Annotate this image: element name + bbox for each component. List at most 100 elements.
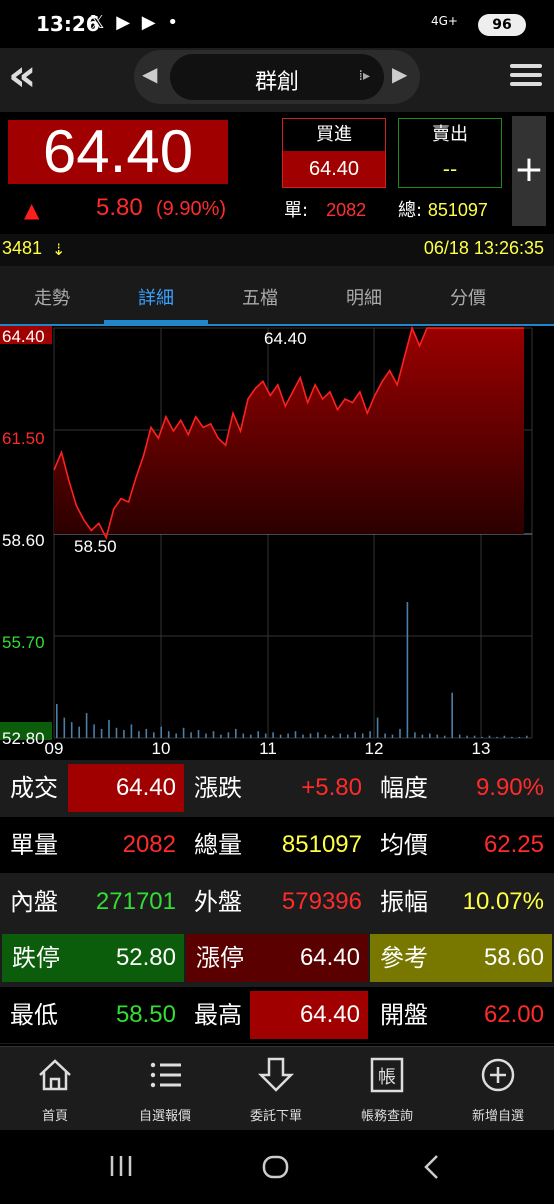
stat-label: 內盤 <box>10 888 58 916</box>
nav-home[interactable]: 首頁 <box>0 1047 110 1131</box>
volume-bar <box>488 735 491 738</box>
volume-bar <box>414 732 416 738</box>
y-tick-label: 52.80 <box>2 729 45 748</box>
next-stock-icon[interactable]: ▶ <box>392 62 412 86</box>
y-tick-label: 58.60 <box>2 531 45 550</box>
low-annotation: 58.50 <box>74 537 117 556</box>
volume-bar <box>421 734 424 738</box>
stat-value-pct: 9.90% <box>475 774 544 801</box>
nav-label: 自選報價 <box>138 1109 191 1124</box>
buy-button[interactable]: 買進 64.40 <box>282 118 386 188</box>
sell-price: -- <box>442 157 458 181</box>
volume-bar <box>190 732 192 738</box>
y-tick-label: 64.40 <box>2 327 45 346</box>
volume-bar <box>242 733 245 738</box>
list-icon <box>150 1062 181 1088</box>
volume-bar <box>406 602 409 738</box>
buy-label: 買進 <box>316 124 352 145</box>
volume-bar <box>205 733 207 738</box>
volume-bar <box>317 732 319 738</box>
volume-bar <box>473 735 476 738</box>
volume-bar <box>153 732 155 738</box>
volume-bar <box>399 728 401 738</box>
volume-bar <box>100 728 103 738</box>
sell-button[interactable]: 賣出 -- <box>398 118 502 188</box>
intraday-chart[interactable]: 64.40 61.50 58.60 55.70 52.80 09 10 11 12 13 64.40… <box>0 325 554 760</box>
tab-detail[interactable]: 詳細 <box>104 266 208 324</box>
volume-bar <box>347 734 349 738</box>
system-nav <box>0 1130 554 1200</box>
volume-bar <box>197 730 200 738</box>
volume-bar <box>220 734 222 738</box>
stat-label: 最高 <box>194 1001 242 1029</box>
volume-bar <box>175 733 177 738</box>
volume-bar <box>279 734 282 738</box>
download-arrow-icon <box>257 1057 295 1092</box>
volume-bar <box>85 713 88 738</box>
view-tabs: 走勢 詳細 五檔 明細 分價 <box>0 266 554 326</box>
stat-value-reference: 58.60 <box>483 944 544 971</box>
volume-bar <box>287 733 289 738</box>
stock-name-box[interactable]: 群創 ⁞▸ <box>170 54 384 100</box>
quote-panel: 64.40 ▲ 5.80 (9.90%) 買進 64.40 賣出 -- + 單:… <box>0 112 554 234</box>
add-icon[interactable]: + <box>512 116 546 226</box>
total-volume-value: 851097 <box>427 200 488 220</box>
tab-trend[interactable]: 走勢 <box>0 266 104 324</box>
volume-bar <box>63 717 66 738</box>
nav-account[interactable]: 帳 帳務查詢 <box>332 1047 442 1131</box>
back-icon[interactable]: « <box>8 54 56 100</box>
add-circle-icon <box>481 1058 515 1092</box>
single-volume-value: 2082 <box>326 200 367 220</box>
volume-bar <box>264 733 267 738</box>
notification-icons: 𝕏 ▶ ▶ • <box>90 12 181 33</box>
tab-price-volume[interactable]: 分價 <box>416 266 520 324</box>
total-volume: 總: 851097 <box>398 196 488 222</box>
bottom-nav: 首頁 自選報價 委託下單 帳 帳務查詢 新增自選 <box>0 1046 554 1130</box>
volume-bar <box>503 735 506 738</box>
volume-bar <box>391 734 394 738</box>
svg-text:帳: 帳 <box>378 1067 396 1088</box>
home-button-icon[interactable] <box>262 1155 289 1179</box>
nav-watchlist[interactable]: 自選報價 <box>110 1047 220 1131</box>
x-tick-label: 13 <box>472 739 491 758</box>
stat-label: 最低 <box>10 1001 58 1029</box>
price-area <box>54 328 524 538</box>
volume-bar <box>182 727 185 738</box>
volume-bar <box>429 733 431 738</box>
stat-label: 均價 <box>380 831 428 859</box>
x-tick-label: 09 <box>45 739 64 758</box>
stats-row-trade: 成交 64.40 漲跌 +5.80 幅度 9.90% <box>0 760 554 816</box>
battery-indicator: 96 <box>478 14 526 36</box>
home-icon <box>39 1059 71 1091</box>
volume-bar <box>496 736 498 738</box>
stock-switcher: ◀ 群創 ⁞▸ ▶ <box>134 50 420 104</box>
stats-row-range: 最低 58.50 最高 64.40 開盤 62.00 <box>0 987 554 1043</box>
back-nav-icon[interactable] <box>424 1155 438 1179</box>
volume-bar <box>212 731 215 738</box>
switch-icon[interactable]: ⁞▸ <box>359 68 370 84</box>
quote-datetime: 06/18 13:26:35 <box>423 238 544 258</box>
volume-bar <box>443 735 446 738</box>
tab-ticks[interactable]: 明細 <box>312 266 416 324</box>
single-volume-label: 單: <box>284 200 309 221</box>
menu-icon[interactable] <box>510 60 542 92</box>
volume-bar <box>376 717 379 738</box>
stat-value-change: +5.80 <box>301 774 362 801</box>
volume-bar <box>272 732 274 738</box>
stat-label: 單量 <box>10 831 58 859</box>
app-header: « ◀ 群創 ⁞▸ ▶ <box>0 48 554 112</box>
nav-add-watch[interactable]: 新增自選 <box>443 1047 553 1131</box>
volume-bar <box>123 730 125 738</box>
recents-icon[interactable] <box>110 1156 132 1176</box>
volume-bar <box>526 735 528 738</box>
volume-bar <box>511 736 513 738</box>
volume-bar <box>227 732 230 738</box>
tab-five-levels[interactable]: 五檔 <box>208 266 312 324</box>
last-price: 64.40 <box>8 120 228 184</box>
stats-row-volume: 單量 2082 總量 851097 均價 62.25 <box>0 817 554 873</box>
nav-order[interactable]: 委託下單 <box>221 1047 331 1131</box>
prev-stock-icon[interactable]: ◀ <box>142 62 162 86</box>
stat-value-amplitude: 10.07% <box>462 888 544 915</box>
buy-price: 64.40 <box>283 151 385 187</box>
stat-value-avg: 62.25 <box>483 831 544 858</box>
